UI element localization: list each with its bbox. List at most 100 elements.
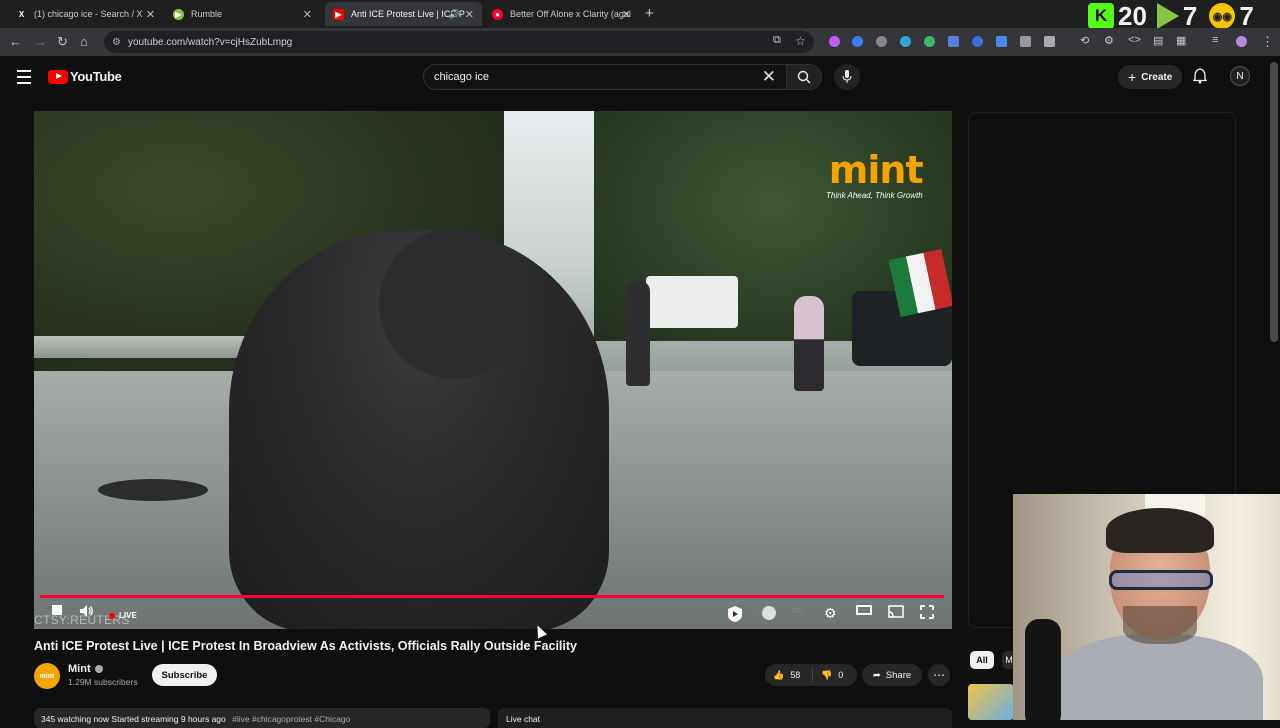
video-scenery <box>646 276 738 328</box>
close-icon[interactable]: ✕ <box>622 8 631 21</box>
speaker-icon[interactable]: 🔊 <box>449 9 460 20</box>
sidepanel-icon[interactable]: ▤ <box>1153 34 1163 47</box>
more-actions-button[interactable]: ⋯ <box>928 664 950 686</box>
dislike-button[interactable]: 👎 0 <box>813 670 843 681</box>
extension-icon[interactable] <box>948 36 959 47</box>
live-chat-panel[interactable]: Live chat <box>498 708 952 728</box>
notifications-bell-icon[interactable] <box>1193 68 1207 84</box>
search-query: chicago ice <box>434 71 490 83</box>
channel-avatar[interactable]: mint <box>34 663 60 689</box>
chip-all[interactable]: All <box>970 651 994 669</box>
close-icon[interactable]: ✕ <box>303 8 312 21</box>
url-field[interactable]: ⚙ youtube.com/watch?v=cjHsZubLmpg <box>104 31 814 53</box>
extension-icon[interactable] <box>876 36 887 47</box>
share-label: Share <box>885 669 912 681</box>
reload-icon[interactable]: ↻ <box>57 34 68 50</box>
new-tab-button[interactable]: + <box>645 5 654 22</box>
search-button[interactable] <box>786 64 822 90</box>
install-icon[interactable]: ⧉ <box>773 34 781 47</box>
extensions-puzzle-icon[interactable] <box>1044 36 1055 47</box>
reading-list-icon[interactable]: ▦ <box>1176 34 1186 47</box>
youtube-logo[interactable]: YouTube <box>48 69 122 84</box>
streamer-hair <box>1106 508 1214 553</box>
browser-tab-bar: X (1) chicago ice - Search / X ✕ ▶ Rumbl… <box>0 0 1280 29</box>
extension-icon[interactable] <box>996 36 1007 47</box>
video-scenery <box>794 296 824 391</box>
create-button[interactable]: + Create <box>1118 65 1183 89</box>
streamer-body <box>1053 634 1263 720</box>
extension-icon[interactable] <box>1020 36 1031 47</box>
tab-title: Rumble <box>191 9 223 19</box>
autoplay-icon[interactable] <box>726 605 744 623</box>
history-icon[interactable]: ⟲ <box>1080 34 1089 47</box>
downloads-icon[interactable]: ≡ <box>1212 34 1218 46</box>
progress-bar[interactable] <box>40 595 944 598</box>
browser-menu-icon[interactable]: ⋮ <box>1261 34 1274 50</box>
video-scenery <box>888 249 952 317</box>
video-scenery <box>98 479 208 501</box>
recommended-video-thumbnail[interactable] <box>968 684 1014 720</box>
profile-avatar[interactable] <box>1236 36 1247 47</box>
webcam-overlay <box>1013 494 1280 720</box>
theater-mode-icon[interactable] <box>856 605 872 615</box>
tab-x[interactable]: X (1) chicago ice - Search / X ✕ <box>8 2 163 26</box>
description-stats: 345 watching now Started streaming 9 hou… <box>41 714 226 724</box>
streamer-beard <box>1123 606 1197 644</box>
like-button[interactable]: 👍 58 <box>765 667 813 683</box>
back-icon[interactable]: ← <box>9 34 22 49</box>
account-avatar[interactable]: N <box>1230 66 1250 86</box>
share-button[interactable]: ➦ Share <box>862 664 922 686</box>
code-icon[interactable]: <> <box>1128 34 1141 46</box>
extension-icon[interactable] <box>900 36 911 47</box>
search-icon <box>797 70 811 84</box>
channel-watermark: mint Think Ahead, Think Growth <box>826 148 924 200</box>
autoplay-toggle[interactable] <box>756 606 778 620</box>
plus-icon: + <box>1128 69 1137 85</box>
fullscreen-icon[interactable] <box>920 605 934 619</box>
voice-search-button[interactable] <box>834 64 860 90</box>
rumble-icon: ▶ <box>173 8 184 20</box>
cast-icon[interactable] <box>888 605 904 618</box>
menu-icon[interactable] <box>17 70 31 88</box>
extension-icon[interactable] <box>924 36 935 47</box>
live-indicator[interactable]: LIVE <box>109 611 137 620</box>
microphone <box>1025 619 1061 720</box>
create-label: Create <box>1141 71 1173 83</box>
tab-youtube-active[interactable]: ▶ Anti ICE Protest Live | ICE P 🔊 ✕ <box>325 2 482 26</box>
settings-gear-icon[interactable]: ⚙ <box>824 605 837 622</box>
forward-icon[interactable]: → <box>34 34 47 49</box>
extension-icon[interactable] <box>972 36 983 47</box>
extension-icon[interactable] <box>829 36 840 47</box>
kick-icon: K <box>1088 3 1114 29</box>
site-info-icon[interactable]: ⚙ <box>112 37 121 48</box>
search-input[interactable]: chicago ice ✕ <box>423 64 787 90</box>
watermark-brand: mint <box>828 148 924 192</box>
youtube-icon: ▶ <box>333 8 344 20</box>
channel-name-text[interactable]: Mint <box>68 663 91 675</box>
subscribe-button[interactable]: Subscribe <box>152 664 217 686</box>
channel-name[interactable]: Mint <box>68 663 103 675</box>
captions-icon[interactable]: ▭ <box>792 605 801 616</box>
stop-icon[interactable] <box>52 605 62 615</box>
description-tags[interactable]: #live #chicagoprotest #Chicago <box>232 714 350 724</box>
youtube-play-icon <box>48 69 68 84</box>
tab-music[interactable]: ● Better Off Alone x Clarity (agai ✕ <box>484 2 639 26</box>
x-icon: X <box>18 9 25 19</box>
microphone-icon <box>842 70 852 83</box>
description-box[interactable]: 345 watching now Started streaming 9 hou… <box>34 708 490 728</box>
bookmark-star-icon[interactable]: ☆ <box>795 34 806 48</box>
page-scrollbar[interactable] <box>1270 62 1278 342</box>
video-scenery <box>626 281 650 386</box>
volume-icon[interactable] <box>80 605 94 617</box>
extension-icon[interactable] <box>852 36 863 47</box>
close-icon[interactable]: ✕ <box>465 8 474 21</box>
tab-rumble[interactable]: ▶ Rumble ✕ <box>165 2 320 26</box>
subscriber-count: 1.29M subscribers <box>68 677 138 687</box>
video-title: Anti ICE Protest Live | ICE Protest In B… <box>34 639 577 653</box>
settings-icon[interactable]: ⚙ <box>1104 34 1114 47</box>
streamer-glasses <box>1109 570 1213 590</box>
home-icon[interactable]: ⌂ <box>80 34 88 49</box>
clear-search-icon[interactable]: ✕ <box>762 67 776 87</box>
close-icon[interactable]: ✕ <box>146 8 155 21</box>
video-player[interactable]: mint Think Ahead, Think Growth CTSY:REUT… <box>34 111 952 629</box>
